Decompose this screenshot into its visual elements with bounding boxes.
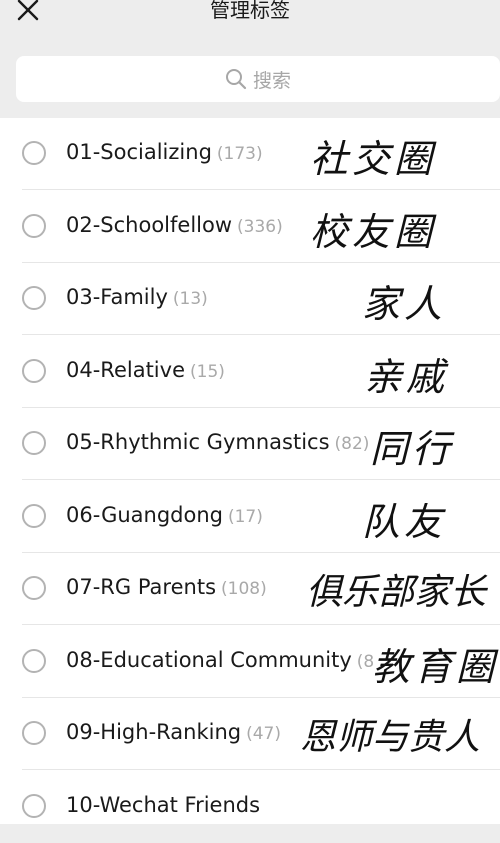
tag-count: (336) [237, 217, 283, 237]
divider [22, 769, 500, 770]
tag-name: 02-Schoolfellow [66, 213, 233, 237]
radio-button[interactable] [22, 141, 46, 165]
radio-button[interactable] [22, 794, 46, 818]
tag-name: 08-Educational Community [66, 648, 352, 672]
handwritten-note: 同行 [370, 427, 455, 471]
radio-button[interactable] [22, 504, 46, 528]
handwritten-note: 俱乐部家长 [306, 572, 487, 613]
tag-name: 01-Socializing [66, 140, 212, 164]
tag-count: (13) [172, 289, 208, 309]
tag-row[interactable]: 04-Relative (15) 亲戚 [0, 336, 500, 408]
tag-name: 05-Rhythmic Gymnastics [66, 430, 330, 454]
search-placeholder: 搜索 [252, 69, 291, 92]
radio-button[interactable] [22, 214, 46, 238]
search-icon [225, 69, 247, 90]
page-title: 管理标签 [210, 0, 290, 22]
tag-count: (15) [190, 362, 225, 382]
radio-button[interactable] [22, 649, 46, 673]
header: 管理标签 [0, 0, 500, 42]
tag-row[interactable]: 03-Family (13) 家人 [0, 263, 500, 335]
tag-name: 04-Relative [66, 358, 185, 382]
tag-row[interactable]: 05-Rhythmic Gymnastics (82) 同行 [0, 408, 500, 480]
tag-count: (173) [216, 144, 263, 164]
handwritten-note: 社交圈 [310, 137, 437, 181]
handwritten-note: 家人 [362, 282, 447, 326]
tag-name: 03-Family [66, 285, 168, 309]
search-input[interactable]: 搜索 [16, 56, 500, 102]
handwritten-note: 队友 [362, 500, 447, 544]
tag-row[interactable]: 01-Socializing (173) 社交圈 [0, 118, 500, 190]
divider [22, 334, 500, 335]
tag-row[interactable]: 09-High-Ranking (47) 恩师与贵人 [0, 698, 500, 770]
tag-list: 01-Socializing (173) 社交圈 02-Schoolfellow(… [0, 118, 500, 824]
radio-button[interactable] [22, 286, 46, 310]
tag-count: (17) [227, 507, 263, 527]
radio-button[interactable] [22, 576, 46, 600]
tag-count: (47) [246, 724, 281, 744]
divider [22, 479, 500, 480]
tag-name: 10-Wechat Friends [66, 793, 261, 817]
handwritten-note: 校友圈 [310, 210, 437, 254]
tag-row[interactable]: 10-Wechat Friends [0, 771, 500, 843]
tag-row[interactable]: 08-Educational Community (8 教育圈 [0, 626, 500, 698]
tag-row[interactable]: 02-Schoolfellow (336) 校友圈 [0, 191, 500, 263]
divider [22, 624, 500, 625]
radio-button[interactable] [22, 721, 46, 745]
radio-button[interactable] [22, 431, 46, 455]
tag-row[interactable]: 07-RG Parents (108) 俱乐部家长 [0, 553, 500, 625]
handwritten-note: 恩师与贵人 [300, 717, 481, 758]
divider [22, 189, 500, 190]
tag-count: (82) [334, 434, 370, 454]
tag-name: 06-Guangdong [66, 503, 223, 527]
tag-name: 09-High-Ranking [66, 720, 242, 744]
tag-count: (108) [221, 579, 267, 599]
handwritten-note: 亲戚 [364, 355, 449, 399]
tag-name: 07-RG Parents [66, 575, 217, 599]
tag-row[interactable]: 06-Guangdong (17) 队友 [0, 481, 500, 553]
handwritten-note: 教育圈 [372, 645, 499, 689]
radio-button[interactable] [22, 359, 46, 383]
